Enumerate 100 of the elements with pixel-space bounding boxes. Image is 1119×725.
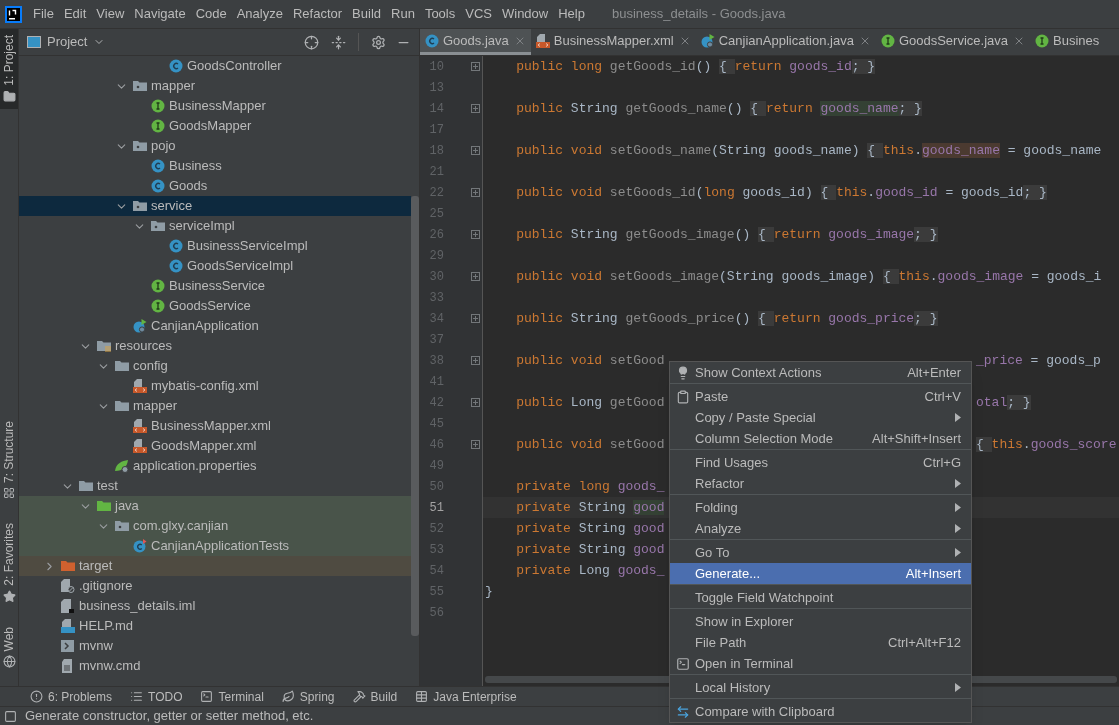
menu-item[interactable]: Go To (670, 542, 971, 563)
tree-item[interactable]: GoodsServiceImpl (19, 256, 411, 276)
tree-item[interactable]: business_details.iml (19, 596, 411, 616)
tool-window-button[interactable]: Build (352, 687, 398, 706)
tree-item[interactable]: pojo (19, 136, 411, 156)
tool-window-button[interactable]: Terminal (200, 687, 264, 706)
menu-item[interactable]: Toggle Field Watchpoint (670, 587, 971, 608)
menu-item[interactable]: Open in Terminal (670, 653, 971, 674)
editor-tab[interactable]: GoodsService.java (875, 29, 1030, 55)
tree-item[interactable]: HELP.md (19, 616, 411, 636)
tree-item[interactable]: BusinessMapper.xml (19, 416, 411, 436)
panel-title[interactable]: Project (47, 32, 88, 52)
tree-item[interactable]: com.glxy.canjian (19, 516, 411, 536)
editor-tab[interactable]: Goods.java (420, 29, 531, 55)
menu-item[interactable]: Tools (419, 4, 461, 24)
tree-item[interactable]: test (19, 476, 411, 496)
menu-item[interactable]: Analyze (670, 518, 971, 539)
menu-item[interactable]: Show in Explorer (670, 611, 971, 632)
app-logo-icon (5, 5, 22, 23)
tree-item[interactable]: CanjianApplicationTests (19, 536, 411, 556)
locate-icon[interactable] (304, 34, 319, 50)
scrollbar-thumb[interactable] (411, 196, 419, 636)
menu-item[interactable]: View (91, 4, 130, 24)
fold-icon[interactable] (471, 440, 480, 449)
menu-item[interactable]: Show Context Actions Alt+Enter (670, 362, 971, 383)
file-icon (61, 659, 75, 673)
menu-item[interactable]: Local History (670, 677, 971, 698)
menu-item[interactable]: Build (347, 4, 386, 24)
tree-item[interactable]: BusinessMapper (19, 96, 411, 116)
fold-icon[interactable] (471, 230, 480, 239)
class-icon (133, 539, 147, 553)
menu-item[interactable]: File Path Ctrl+Alt+F12 (670, 632, 971, 653)
tree-item[interactable]: mvnw (19, 636, 411, 656)
tool-window-tab[interactable]: 1: Project (0, 29, 18, 109)
fold-icon[interactable] (471, 188, 480, 197)
menu-item[interactable]: Generate... Alt+Insert (670, 563, 971, 584)
tree-item[interactable]: BusinessServiceImpl (19, 236, 411, 256)
tree-item[interactable]: CanjianApplication (19, 316, 411, 336)
tool-window-tab[interactable]: Web (0, 620, 18, 674)
tree-item[interactable]: java (19, 496, 411, 516)
menu-item[interactable]: Refactor (287, 4, 348, 24)
tree-item[interactable]: target (19, 556, 411, 576)
editor-tab[interactable]: Busines (1030, 29, 1105, 55)
tree-item[interactable]: config (19, 356, 411, 376)
tree-item[interactable]: mybatis-config.xml (19, 376, 411, 396)
menu-item[interactable]: Folding (670, 497, 971, 518)
tree-item[interactable]: GoodsMapper.xml (19, 436, 411, 456)
tree-item[interactable]: BusinessService (19, 276, 411, 296)
tree-item[interactable]: .gitignore (19, 576, 411, 596)
tool-window-button[interactable]: Spring (281, 687, 335, 706)
folder-icon (61, 559, 75, 573)
tree-item[interactable]: resources (19, 336, 411, 356)
fold-icon[interactable] (471, 272, 480, 281)
menu-item[interactable]: Edit (58, 4, 92, 24)
menu-item[interactable]: Help (553, 4, 590, 24)
tree-item[interactable]: mvnw.cmd (19, 656, 411, 676)
fold-icon[interactable] (471, 146, 480, 155)
menu-item[interactable]: Analyze (231, 4, 288, 24)
tab-label: Goods.java (443, 31, 509, 50)
menu-item[interactable]: Navigate (129, 4, 191, 24)
menu-item[interactable]: VCS (460, 4, 497, 24)
menu-item[interactable]: Paste Ctrl+V (670, 386, 971, 407)
editor-tab[interactable]: CanjianApplication.java (695, 29, 876, 55)
tree-item[interactable]: Business (19, 156, 411, 176)
tool-window-button[interactable]: TODO (130, 687, 183, 706)
menu-item[interactable]: Compare with Clipboard (670, 701, 971, 722)
tool-window-button[interactable]: 6: Problems (30, 687, 113, 706)
table-icon (415, 690, 429, 703)
tree-item[interactable]: serviceImpl (19, 216, 411, 236)
script-icon (61, 639, 75, 653)
tree-item[interactable]: GoodsService (19, 296, 411, 316)
tree-item[interactable]: application.properties (19, 456, 411, 476)
tool-window-tab[interactable]: 2: Favorites (0, 516, 18, 609)
menu-item[interactable]: Column Selection Mode Alt+Shift+Insert (670, 428, 971, 449)
menu-item[interactable]: Refactor (670, 473, 971, 494)
menu-item[interactable]: Copy / Paste Special (670, 407, 971, 428)
fold-icon[interactable] (471, 62, 480, 71)
tool-window-button[interactable]: Java Enterprise (415, 687, 517, 706)
tool-window-tab[interactable]: 7: Structure (0, 414, 18, 505)
fold-icon[interactable] (471, 104, 480, 113)
menu-item[interactable]: File (28, 4, 59, 24)
editor-tab[interactable]: BusinessMapper.xml (530, 29, 696, 55)
menu-item[interactable]: Window (496, 4, 554, 24)
fold-icon[interactable] (471, 356, 480, 365)
menu-item[interactable]: Find Usages Ctrl+G (670, 452, 971, 473)
menu-item[interactable]: Code (190, 4, 232, 24)
settings-icon[interactable] (371, 34, 386, 50)
leaf-icon (281, 690, 295, 703)
tree-item[interactable]: mapper (19, 76, 411, 96)
fold-icon[interactable] (471, 398, 480, 407)
tree-item[interactable]: Goods (19, 176, 411, 196)
tree-item[interactable]: service (19, 196, 411, 216)
collapse-icon[interactable] (331, 34, 346, 50)
tree-item[interactable]: mapper (19, 396, 411, 416)
fold-icon[interactable] (471, 314, 480, 323)
tree-item[interactable]: GoodsController (19, 56, 411, 76)
status-icon[interactable] (4, 709, 17, 723)
menu-item[interactable]: Run (386, 4, 420, 24)
folder-icon (151, 219, 165, 233)
tree-item[interactable]: GoodsMapper (19, 116, 411, 136)
